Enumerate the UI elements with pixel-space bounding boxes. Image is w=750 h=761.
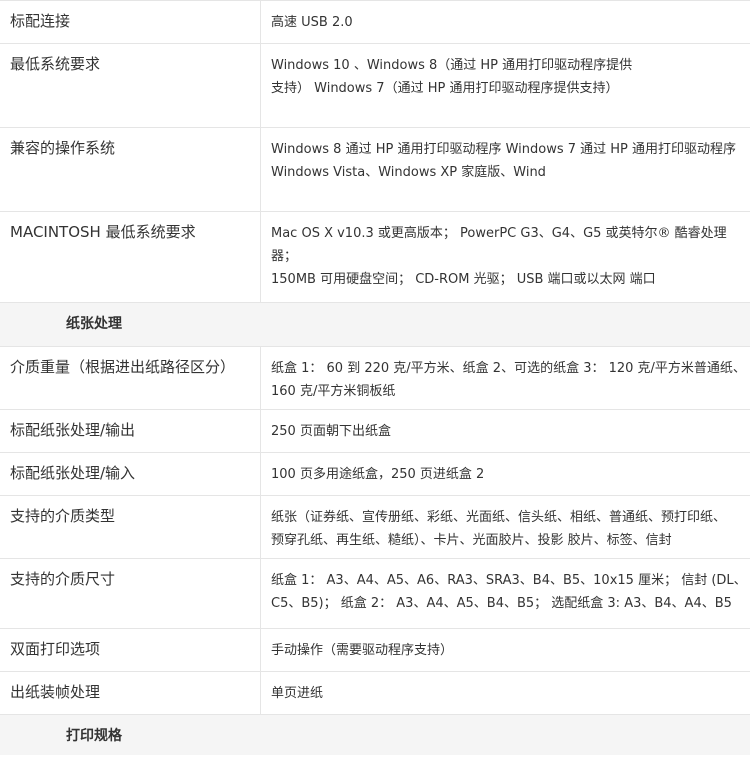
spec-label: 标配纸张处理/输出 — [0, 410, 261, 452]
spec-label: 最低系统要求 — [0, 44, 261, 127]
spec-value: Mac OS X v10.3 或更高版本； PowerPC G3、G4、G5 或… — [271, 226, 727, 287]
spec-value: 纸盒 1： A3、A4、A5、A6、RA3、SRA3、B4、B5、10x15 厘… — [271, 573, 747, 611]
spec-row-media-weight: 介质重量（根据进出纸路径区分） 纸盒 1： 60 到 220 克/平方米、纸盒 … — [0, 347, 750, 410]
spec-value: 手动操作（需要驱动程序支持） — [271, 643, 454, 658]
spec-value: Windows 10 、Windows 8（通过 HP 通用打印驱动程序提供 支… — [271, 58, 633, 96]
spec-row-paper-output: 标配纸张处理/输出 250 页面朝下出纸盒 — [0, 410, 750, 453]
spec-label: 标配连接 — [0, 1, 261, 43]
spec-label: 出纸装帧处理 — [0, 672, 261, 714]
section-header-print-specs: 打印规格 — [0, 715, 750, 755]
spec-value: Windows 8 通过 HP 通用打印驱动程序 Windows 7 通过 HP… — [271, 142, 737, 180]
spec-row-compatible-os: 兼容的操作系统 Windows 8 通过 HP 通用打印驱动程序 Windows… — [0, 128, 750, 212]
spec-label: 支持的介质类型 — [0, 496, 261, 558]
section-header-paper-handling: 纸张处理 — [0, 303, 750, 347]
spec-label: 支持的介质尺寸 — [0, 559, 261, 628]
spec-row-finishing: 出纸装帧处理 单页进纸 — [0, 672, 750, 715]
spec-row-media-sizes: 支持的介质尺寸 纸盒 1： A3、A4、A5、A6、RA3、SRA3、B4、B5… — [0, 559, 750, 629]
spec-row-connectivity: 标配连接 高速 USB 2.0 — [0, 1, 750, 44]
spec-value: 纸张（证券纸、宣传册纸、彩纸、光面纸、信头纸、相纸、普通纸、预打印纸、 预穿孔纸… — [271, 510, 727, 548]
spec-row-mac-min-system: MACINTOSH 最低系统要求 Mac OS X v10.3 或更高版本； P… — [0, 212, 750, 303]
spec-label: 介质重量（根据进出纸路径区分） — [0, 347, 261, 409]
spec-row-duplex: 双面打印选项 手动操作（需要驱动程序支持） — [0, 629, 750, 672]
spec-value: 单页进纸 — [271, 686, 324, 701]
spec-row-media-types: 支持的介质类型 纸张（证券纸、宣传册纸、彩纸、光面纸、信头纸、相纸、普通纸、预打… — [0, 496, 750, 559]
spec-table: 标配连接 高速 USB 2.0 最低系统要求 Windows 10 、Windo… — [0, 0, 750, 755]
spec-value: 250 页面朝下出纸盒 — [271, 424, 391, 439]
spec-value: 高速 USB 2.0 — [271, 15, 353, 30]
spec-label: 标配纸张处理/输入 — [0, 453, 261, 495]
spec-value: 100 页多用途纸盒，250 页进纸盒 2 — [271, 467, 485, 482]
spec-label: MACINTOSH 最低系统要求 — [0, 212, 261, 302]
spec-row-paper-input: 标配纸张处理/输入 100 页多用途纸盒，250 页进纸盒 2 — [0, 453, 750, 496]
spec-row-min-system: 最低系统要求 Windows 10 、Windows 8（通过 HP 通用打印驱… — [0, 44, 750, 128]
spec-label: 兼容的操作系统 — [0, 128, 261, 211]
spec-value: 纸盒 1： 60 到 220 克/平方米、纸盒 2、可选的纸盒 3： 120 克… — [271, 361, 746, 399]
spec-label: 双面打印选项 — [0, 629, 261, 671]
